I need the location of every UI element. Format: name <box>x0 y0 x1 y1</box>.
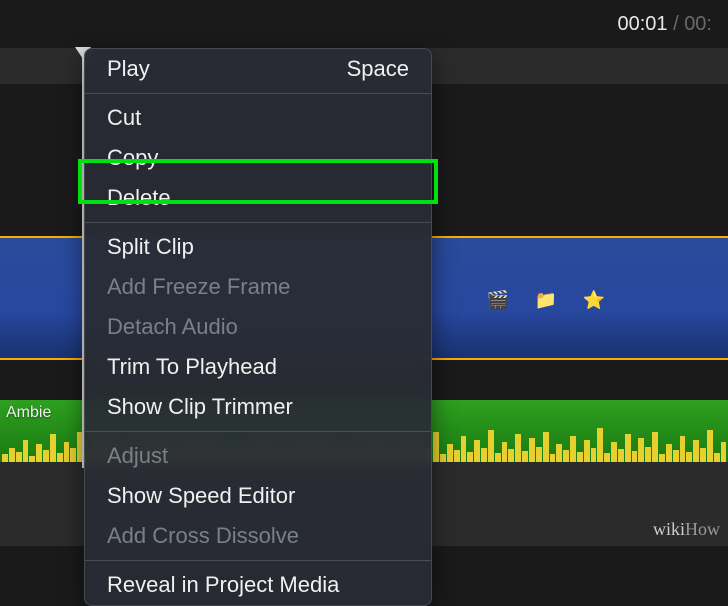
wave-bar <box>680 436 686 462</box>
menu-item-delete[interactable]: Delete <box>85 178 431 218</box>
wave-bar <box>570 436 576 462</box>
wave-bar <box>625 434 631 462</box>
wave-bar <box>666 444 672 462</box>
menu-label: Show Clip Trimmer <box>107 394 293 420</box>
menu-label: Trim To Playhead <box>107 354 277 380</box>
wave-bar <box>700 448 706 462</box>
menu-item-cut[interactable]: Cut <box>85 98 431 138</box>
wave-bar <box>693 440 699 462</box>
timecode-total: 00: <box>684 13 712 35</box>
context-menu: Play Space Cut Copy Delete Split Clip Ad… <box>84 48 432 606</box>
wave-bar <box>9 448 15 462</box>
wave-bar <box>502 442 508 462</box>
wave-bar <box>2 454 8 462</box>
watermark: wikiHow <box>653 519 720 540</box>
menu-label: Cut <box>107 105 141 131</box>
wave-bar <box>440 454 446 462</box>
menu-label: Copy <box>107 145 158 171</box>
menu-item-detach-audio: Detach Audio <box>85 307 431 347</box>
wave-bar <box>659 454 665 462</box>
wave-bar <box>481 448 487 462</box>
menu-item-add-freeze-frame: Add Freeze Frame <box>85 267 431 307</box>
menu-item-adjust: Adjust <box>85 436 431 476</box>
wave-bar <box>43 450 49 462</box>
wave-bar <box>686 452 692 462</box>
watermark-wiki: wiki <box>653 519 685 539</box>
wave-bar <box>488 430 494 462</box>
wave-bar <box>536 447 542 462</box>
wave-bar <box>467 452 473 462</box>
wave-bar <box>591 448 597 462</box>
wave-bar <box>529 438 535 462</box>
clip-thumbnail-icons: 🎬 📁 ⭐ <box>484 286 608 314</box>
menu-item-add-cross-dissolve: Add Cross Dissolve <box>85 516 431 556</box>
wave-bar <box>64 442 70 462</box>
wave-bar <box>584 440 590 462</box>
menu-label: Add Cross Dissolve <box>107 523 299 549</box>
wave-bar <box>597 428 603 462</box>
wave-bar <box>433 432 439 462</box>
wave-bar <box>454 450 460 462</box>
menu-item-split-clip[interactable]: Split Clip <box>85 227 431 267</box>
star-icon: ⭐ <box>580 286 608 314</box>
menu-label: Add Freeze Frame <box>107 274 290 300</box>
wave-bar <box>556 444 562 462</box>
wave-bar <box>16 452 22 462</box>
clapper-icon: 🎬 <box>484 286 512 314</box>
wave-bar <box>577 452 583 462</box>
wave-bar <box>673 450 679 462</box>
wave-bar <box>645 447 651 462</box>
menu-separator <box>85 431 431 432</box>
wave-bar <box>522 451 528 462</box>
timecode-sep: / <box>668 13 685 35</box>
wave-bar <box>57 453 63 462</box>
wave-bar <box>604 453 610 462</box>
wave-bar <box>632 451 638 462</box>
menu-separator <box>85 222 431 223</box>
menu-item-play[interactable]: Play Space <box>85 49 431 89</box>
wave-bar <box>611 442 617 462</box>
menu-item-reveal-in-project-media[interactable]: Reveal in Project Media <box>85 565 431 605</box>
menu-item-show-clip-trimmer[interactable]: Show Clip Trimmer <box>85 387 431 427</box>
timecode-current: 00:01 <box>617 13 667 35</box>
wave-bar <box>474 440 480 462</box>
menu-label: Play <box>107 56 150 82</box>
wave-bar <box>447 444 453 462</box>
watermark-how: How <box>685 519 720 539</box>
timecode-display: 00:01 / 00: <box>617 13 712 36</box>
wave-bar <box>721 442 727 462</box>
wave-bar <box>461 436 467 462</box>
menu-item-trim-to-playhead[interactable]: Trim To Playhead <box>85 347 431 387</box>
wave-bar <box>563 450 569 462</box>
wave-bar <box>618 449 624 462</box>
wave-bar <box>36 444 42 462</box>
menu-item-copy[interactable]: Copy <box>85 138 431 178</box>
wave-bar <box>543 432 549 462</box>
menu-label: Reveal in Project Media <box>107 572 339 598</box>
wave-bar <box>707 430 713 462</box>
wave-bar <box>638 438 644 462</box>
wave-bar <box>495 453 501 462</box>
menu-label: Split Clip <box>107 234 194 260</box>
menu-label: Delete <box>107 185 171 211</box>
audio-clip-label: Ambie <box>6 404 51 422</box>
wave-bar <box>652 432 658 462</box>
menu-item-show-speed-editor[interactable]: Show Speed Editor <box>85 476 431 516</box>
wave-bar <box>714 453 720 462</box>
menu-separator <box>85 93 431 94</box>
wave-bar <box>50 434 56 462</box>
wave-bar <box>550 454 556 462</box>
menu-separator <box>85 560 431 561</box>
menu-label: Show Speed Editor <box>107 483 295 509</box>
menu-label: Adjust <box>107 443 168 469</box>
wave-bar <box>23 440 29 462</box>
menu-shortcut: Space <box>347 56 409 82</box>
menu-label: Detach Audio <box>107 314 238 340</box>
wave-bar <box>70 448 76 462</box>
wave-bar <box>515 434 521 462</box>
toolbar: 00:01 / 00: <box>0 0 728 48</box>
folder-icon: 📁 <box>532 286 560 314</box>
wave-bar <box>508 449 514 462</box>
